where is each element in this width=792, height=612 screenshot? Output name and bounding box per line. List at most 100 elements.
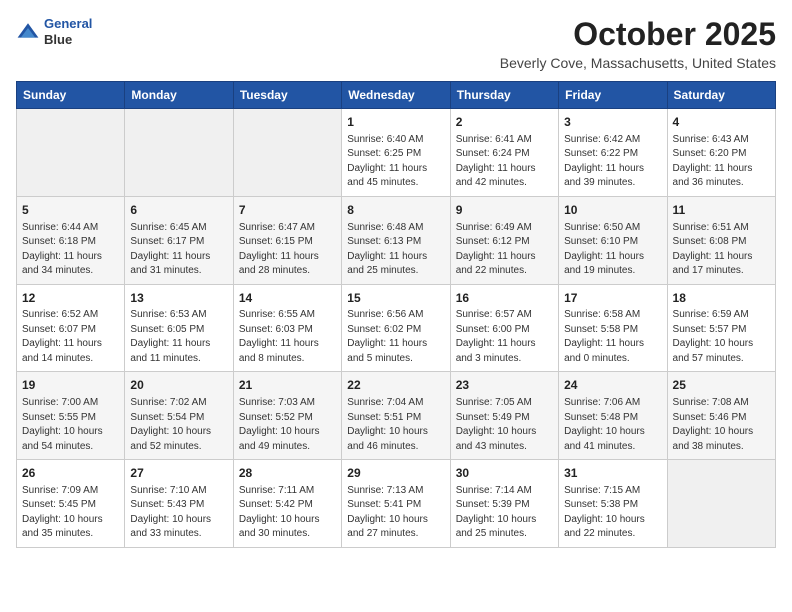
- day-number: 10: [564, 202, 661, 219]
- day-number: 14: [239, 290, 336, 307]
- day-cell: 1Sunrise: 6:40 AM Sunset: 6:25 PM Daylig…: [342, 109, 450, 197]
- day-cell: 26 Sunrise: 7:09 AM Sunset: 5:45 PM Dayli…: [17, 460, 125, 548]
- day-info: Sunrise: 7:10 AM Sunset: 5:43 PM Dayligh…: [130, 484, 227, 542]
- day-cell: 15Sunrise: 6:56 AM Sunset: 6:02 PM Dayli…: [342, 284, 450, 372]
- day-info: Sunrise: 6:42 AM Sunset: 6:22 PM Dayligh…: [564, 133, 661, 191]
- day-cell: 8Sunrise: 6:48 AM Sunset: 6:13 PM Daylig…: [342, 196, 450, 284]
- day-number: 26: [22, 465, 119, 482]
- day-info: Sunrise: 7:15 AM Sunset: 5:38 PM Dayligh…: [564, 484, 661, 542]
- day-cell: 16Sunrise: 6:57 AM Sunset: 6:00 PM Dayli…: [450, 284, 558, 372]
- day-cell: 19 Sunrise: 7:00 AM Sunset: 5:55 PM Dayli…: [17, 372, 125, 460]
- day-cell: 18Sunrise: 6:59 AM Sunset: 5:57 PM Dayli…: [667, 284, 775, 372]
- day-number: 28: [239, 465, 336, 482]
- header-cell-tuesday: Tuesday: [233, 82, 341, 109]
- day-info: Sunrise: 6:44 AM Sunset: 6:18 PM Dayligh…: [22, 221, 119, 279]
- calendar-title: October 2025: [500, 16, 776, 53]
- week-row-3: 12Sunrise: 6:52 AM Sunset: 6:07 PM Dayli…: [17, 284, 776, 372]
- day-info: Sunrise: 6:49 AM Sunset: 6:12 PM Dayligh…: [456, 221, 553, 279]
- day-cell: 30 Sunrise: 7:14 AM Sunset: 5:39 PM Dayli…: [450, 460, 558, 548]
- header-cell-sunday: Sunday: [17, 82, 125, 109]
- day-cell: 12Sunrise: 6:52 AM Sunset: 6:07 PM Dayli…: [17, 284, 125, 372]
- day-cell: 29 Sunrise: 7:13 AM Sunset: 5:41 PM Dayli…: [342, 460, 450, 548]
- day-info: Sunrise: 7:00 AM Sunset: 5:55 PM Dayligh…: [22, 396, 119, 454]
- calendar-subtitle: Beverly Cove, Massachusetts, United Stat…: [500, 55, 776, 71]
- day-info: Sunrise: 6:56 AM Sunset: 6:02 PM Dayligh…: [347, 308, 444, 366]
- day-info: Sunrise: 6:53 AM Sunset: 6:05 PM Dayligh…: [130, 308, 227, 366]
- day-number: 27: [130, 465, 227, 482]
- day-number: 12: [22, 290, 119, 307]
- day-info: Sunrise: 6:52 AM Sunset: 6:07 PM Dayligh…: [22, 308, 119, 366]
- day-number: 9: [456, 202, 553, 219]
- day-cell: 13Sunrise: 6:53 AM Sunset: 6:05 PM Dayli…: [125, 284, 233, 372]
- week-row-2: 5 Sunrise: 6:44 AM Sunset: 6:18 PM Daylig…: [17, 196, 776, 284]
- day-cell: 3 Sunrise: 6:42 AM Sunset: 6:22 PM Daylig…: [559, 109, 667, 197]
- day-cell: 25Sunrise: 7:08 AM Sunset: 5:46 PM Dayli…: [667, 372, 775, 460]
- day-cell: 20Sunrise: 7:02 AM Sunset: 5:54 PM Dayli…: [125, 372, 233, 460]
- day-number: 6: [130, 202, 227, 219]
- page-header: General Blue October 2025 Beverly Cove, …: [16, 16, 776, 71]
- day-cell: 9 Sunrise: 6:49 AM Sunset: 6:12 PM Daylig…: [450, 196, 558, 284]
- day-cell: [667, 460, 775, 548]
- day-cell: 21Sunrise: 7:03 AM Sunset: 5:52 PM Dayli…: [233, 372, 341, 460]
- day-info: Sunrise: 7:11 AM Sunset: 5:42 PM Dayligh…: [239, 484, 336, 542]
- day-number: 8: [347, 202, 444, 219]
- day-cell: 5 Sunrise: 6:44 AM Sunset: 6:18 PM Daylig…: [17, 196, 125, 284]
- day-cell: 14Sunrise: 6:55 AM Sunset: 6:03 PM Dayli…: [233, 284, 341, 372]
- day-number: 25: [673, 377, 770, 394]
- header-row: SundayMondayTuesdayWednesdayThursdayFrid…: [17, 82, 776, 109]
- day-number: 13: [130, 290, 227, 307]
- day-number: 18: [673, 290, 770, 307]
- day-number: 3: [564, 114, 661, 131]
- day-info: Sunrise: 6:43 AM Sunset: 6:20 PM Dayligh…: [673, 133, 770, 191]
- day-info: Sunrise: 7:05 AM Sunset: 5:49 PM Dayligh…: [456, 396, 553, 454]
- day-number: 5: [22, 202, 119, 219]
- day-info: Sunrise: 6:57 AM Sunset: 6:00 PM Dayligh…: [456, 308, 553, 366]
- day-number: 31: [564, 465, 661, 482]
- day-number: 21: [239, 377, 336, 394]
- day-info: Sunrise: 7:04 AM Sunset: 5:51 PM Dayligh…: [347, 396, 444, 454]
- day-cell: 2 Sunrise: 6:41 AM Sunset: 6:24 PM Daylig…: [450, 109, 558, 197]
- day-number: 19: [22, 377, 119, 394]
- day-cell: 7Sunrise: 6:47 AM Sunset: 6:15 PM Daylig…: [233, 196, 341, 284]
- day-info: Sunrise: 7:02 AM Sunset: 5:54 PM Dayligh…: [130, 396, 227, 454]
- day-info: Sunrise: 6:45 AM Sunset: 6:17 PM Dayligh…: [130, 221, 227, 279]
- header-cell-friday: Friday: [559, 82, 667, 109]
- day-cell: [233, 109, 341, 197]
- day-cell: 27 Sunrise: 7:10 AM Sunset: 5:43 PM Dayli…: [125, 460, 233, 548]
- week-row-1: 1Sunrise: 6:40 AM Sunset: 6:25 PM Daylig…: [17, 109, 776, 197]
- calendar-body: 1Sunrise: 6:40 AM Sunset: 6:25 PM Daylig…: [17, 109, 776, 548]
- day-number: 11: [673, 202, 770, 219]
- day-cell: 31 Sunrise: 7:15 AM Sunset: 5:38 PM Dayli…: [559, 460, 667, 548]
- day-info: Sunrise: 7:06 AM Sunset: 5:48 PM Dayligh…: [564, 396, 661, 454]
- day-number: 1: [347, 114, 444, 131]
- header-cell-wednesday: Wednesday: [342, 82, 450, 109]
- day-info: Sunrise: 6:51 AM Sunset: 6:08 PM Dayligh…: [673, 221, 770, 279]
- day-cell: 10Sunrise: 6:50 AM Sunset: 6:10 PM Dayli…: [559, 196, 667, 284]
- header-cell-monday: Monday: [125, 82, 233, 109]
- day-number: 30: [456, 465, 553, 482]
- day-cell: 17Sunrise: 6:58 AM Sunset: 5:58 PM Dayli…: [559, 284, 667, 372]
- day-info: Sunrise: 6:58 AM Sunset: 5:58 PM Dayligh…: [564, 308, 661, 366]
- day-number: 7: [239, 202, 336, 219]
- day-number: 24: [564, 377, 661, 394]
- day-cell: 6 Sunrise: 6:45 AM Sunset: 6:17 PM Daylig…: [125, 196, 233, 284]
- logo-icon: [16, 20, 40, 44]
- header-cell-saturday: Saturday: [667, 82, 775, 109]
- day-info: Sunrise: 7:09 AM Sunset: 5:45 PM Dayligh…: [22, 484, 119, 542]
- day-cell: 28 Sunrise: 7:11 AM Sunset: 5:42 PM Dayli…: [233, 460, 341, 548]
- day-number: 2: [456, 114, 553, 131]
- day-info: Sunrise: 6:41 AM Sunset: 6:24 PM Dayligh…: [456, 133, 553, 191]
- day-cell: 24 Sunrise: 7:06 AM Sunset: 5:48 PM Dayli…: [559, 372, 667, 460]
- day-number: 23: [456, 377, 553, 394]
- logo-line1: General: [44, 16, 92, 31]
- day-number: 29: [347, 465, 444, 482]
- day-info: Sunrise: 6:59 AM Sunset: 5:57 PM Dayligh…: [673, 308, 770, 366]
- day-cell: 11 Sunrise: 6:51 AM Sunset: 6:08 PM Dayli…: [667, 196, 775, 284]
- day-cell: 22Sunrise: 7:04 AM Sunset: 5:51 PM Dayli…: [342, 372, 450, 460]
- day-info: Sunrise: 7:13 AM Sunset: 5:41 PM Dayligh…: [347, 484, 444, 542]
- logo: General Blue: [16, 16, 92, 47]
- calendar-header: SundayMondayTuesdayWednesdayThursdayFrid…: [17, 82, 776, 109]
- calendar-table: SundayMondayTuesdayWednesdayThursdayFrid…: [16, 81, 776, 548]
- day-info: Sunrise: 7:14 AM Sunset: 5:39 PM Dayligh…: [456, 484, 553, 542]
- day-number: 17: [564, 290, 661, 307]
